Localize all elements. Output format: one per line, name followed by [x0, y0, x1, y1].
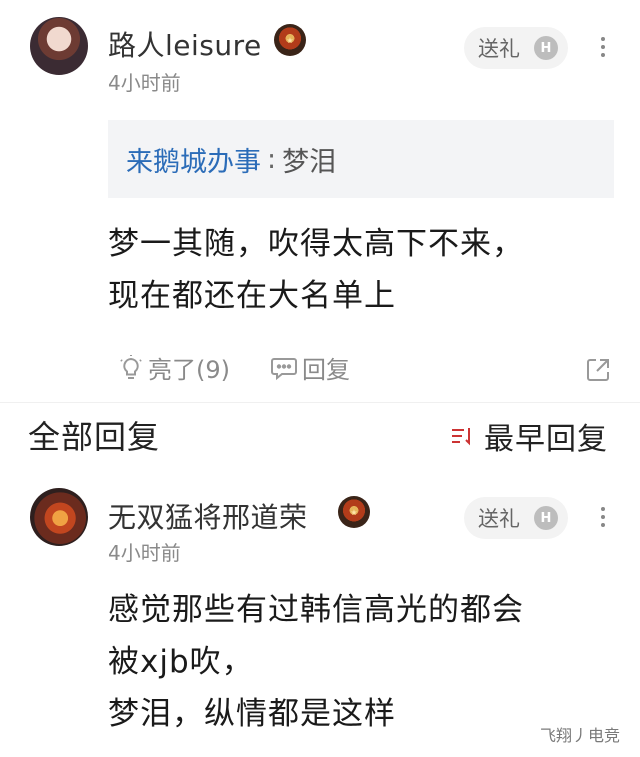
quoted-user[interactable]: 来鹅城办事 [126, 140, 261, 179]
avatar[interactable] [30, 17, 88, 75]
comment-actions: 亮了(9) 回复 [118, 350, 390, 385]
level-badge-icon: ★ [338, 496, 370, 528]
all-replies-title: 全部回复 [28, 418, 161, 456]
more-options-icon[interactable] [601, 37, 607, 57]
more-options-icon[interactable] [601, 507, 607, 527]
post-time: 4小时前 [108, 71, 181, 95]
comment-line: 现在都还在大名单上 [108, 278, 396, 314]
gift-button[interactable]: 送礼 H [464, 497, 568, 539]
post-time: 4小时前 [108, 541, 181, 565]
gift-label: 送礼 [478, 507, 520, 531]
reply-label: 回复 [302, 356, 350, 384]
level-badge-icon: ★ [274, 24, 306, 56]
sort-icon [452, 428, 470, 446]
quoted-comment[interactable]: 来鹅城办事 : 梦泪 [108, 120, 614, 198]
gift-button[interactable]: 送礼 H [464, 27, 568, 69]
reply-line: 被xjb吹， [108, 644, 254, 680]
reply-line: 梦泪，纵情都是这样 [108, 696, 396, 732]
reply-button[interactable]: 回复 [270, 350, 350, 385]
comment-text: 梦一其随，吹得太高下不来， 现在都还在大名单上 [108, 218, 524, 322]
divider [0, 402, 640, 403]
like-button[interactable]: 亮了(9) [118, 350, 230, 385]
watermark: 飞翔丿电竞 [540, 726, 621, 745]
reply-text: 感觉那些有过韩信高光的都会 被xjb吹， 梦泪，纵情都是这样 [108, 584, 524, 740]
quoted-text: 梦泪 [282, 146, 337, 178]
quote-separator: : [267, 143, 277, 175]
sort-button[interactable]: 最早回复 [450, 414, 608, 458]
avatar[interactable] [30, 488, 88, 546]
share-icon[interactable] [584, 356, 612, 384]
username[interactable]: 无双猛将邢道荣 [108, 496, 308, 536]
comment-line: 梦一其随，吹得太高下不来， [108, 226, 524, 262]
h-coin-icon: H [534, 506, 558, 530]
sort-label: 最早回复 [484, 422, 608, 457]
reply-line: 感觉那些有过韩信高光的都会 [108, 592, 524, 628]
h-coin-icon: H [534, 36, 558, 60]
like-label: 亮了(9) [148, 356, 230, 384]
gift-label: 送礼 [478, 37, 520, 61]
lightbulb-icon [120, 354, 142, 379]
username[interactable]: 路人leisure [108, 24, 262, 64]
comment-bubble-icon [271, 357, 297, 380]
